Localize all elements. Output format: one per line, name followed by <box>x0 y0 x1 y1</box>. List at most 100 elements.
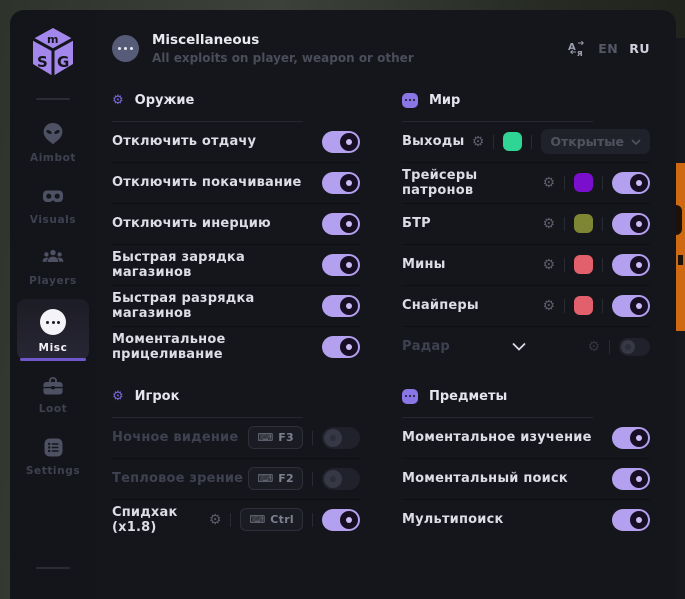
setting-row: Моментальное прицеливание <box>112 327 360 367</box>
setting-row: Быстрая зарядка магазинов <box>112 245 360 286</box>
toggle-switch[interactable] <box>322 336 360 358</box>
setting-label: Моментальное прицеливание <box>112 332 322 362</box>
setting-row: Трейсеры патронов ⚙ <box>402 163 650 204</box>
gear-icon: ⚙ <box>112 94 124 107</box>
sidebar-item-label: Visuals <box>30 214 76 226</box>
setting-row: Спидхак (x1.8) ⚙ ⌨Ctrl <box>112 500 360 540</box>
svg-text:G: G <box>57 53 69 71</box>
setting-row: Отключить инерцию <box>112 204 360 245</box>
sidebar-item-label: Misc <box>39 342 68 354</box>
setting-row: Отключить отдачу <box>112 122 360 163</box>
setting-row: Отключить покачивание <box>112 163 360 204</box>
color-swatch[interactable] <box>574 173 593 192</box>
sidebar: S G m Aimbot Visua <box>10 10 96 599</box>
gear-icon[interactable]: ⚙ <box>542 176 555 190</box>
setting-label: Мины <box>402 257 446 272</box>
setting-label: Мультипоиск <box>402 512 504 527</box>
section-title: Мир <box>429 93 460 108</box>
color-swatch[interactable] <box>574 296 593 315</box>
players-group-icon <box>42 248 64 268</box>
hotkey-badge[interactable]: ⌨Ctrl <box>240 508 303 531</box>
cheat-menu-window: S G m Aimbot Visua <box>10 10 676 599</box>
separator <box>312 513 313 527</box>
toggle-switch[interactable] <box>322 131 360 153</box>
sidebar-item-label: Players <box>29 275 77 287</box>
separator <box>312 431 313 445</box>
gear-icon[interactable]: ⚙ <box>587 340 600 354</box>
sidebar-item-loot[interactable]: Loot <box>17 366 89 421</box>
sidebar-divider <box>36 98 70 100</box>
separator <box>602 176 603 190</box>
gear-icon[interactable]: ⚙ <box>472 135 485 149</box>
toggle-switch[interactable] <box>612 295 650 317</box>
dropdown-select[interactable]: Открытые <box>541 129 650 154</box>
left-column: ⚙ Оружие Отключить отдачу Отключить пока… <box>112 75 360 544</box>
toggle-switch[interactable] <box>322 213 360 235</box>
color-swatch[interactable] <box>574 255 593 274</box>
section-title: Игрок <box>135 389 180 404</box>
sidebar-item-visuals[interactable]: Visuals <box>17 176 89 232</box>
setting-row: Моментальное изучение <box>402 418 650 459</box>
setting-row: Снайперы ⚙ <box>402 286 650 327</box>
toggle-switch[interactable] <box>612 427 650 449</box>
setting-label: Отключить инерцию <box>112 216 271 231</box>
section-player: ⚙ Игрок Ночное видение ⌨F3 Теплов <box>112 371 360 540</box>
right-column: Мир Выходы ⚙ Открытые <box>402 75 650 544</box>
section-title: Оружие <box>135 93 195 108</box>
setting-label: Ночное видение <box>112 430 238 445</box>
color-swatch[interactable] <box>574 214 593 233</box>
setting-label: Отключить отдачу <box>112 134 256 149</box>
toggle-switch[interactable] <box>322 295 360 317</box>
separator <box>564 299 565 313</box>
gear-icon[interactable]: ⚙ <box>542 258 555 272</box>
sidebar-item-label: Loot <box>39 403 68 415</box>
setting-label: Моментальное изучение <box>402 430 592 445</box>
gear-icon[interactable]: ⚙ <box>209 513 222 527</box>
app-logo-icon: S G m <box>30 26 76 78</box>
briefcase-icon <box>42 376 64 396</box>
setting-label: БТР <box>402 216 431 231</box>
setting-row: Быстрая разрядка магазинов <box>112 286 360 327</box>
separator <box>609 340 610 354</box>
hotkey-badge[interactable]: ⌨F2 <box>248 467 303 490</box>
toggle-switch[interactable] <box>322 254 360 276</box>
sidebar-item-players[interactable]: Players <box>17 238 89 293</box>
expand-chevron-icon[interactable] <box>511 342 527 351</box>
setting-label: Быстрая разрядка магазинов <box>112 291 322 321</box>
gear-icon[interactable]: ⚙ <box>542 299 555 313</box>
setting-label: Радар <box>402 339 450 354</box>
page-title: Miscellaneous <box>152 32 414 49</box>
setting-row: БТР ⚙ <box>402 204 650 245</box>
sidebar-item-misc[interactable]: Misc <box>17 299 89 360</box>
separator <box>230 513 231 527</box>
vr-goggles-icon <box>42 186 64 207</box>
hotkey-badge[interactable]: ⌨F3 <box>248 426 303 449</box>
page-header: Miscellaneous All exploits on player, we… <box>112 10 650 75</box>
sidebar-item-label: Aimbot <box>30 152 76 164</box>
ellipsis-circle-icon <box>40 309 66 335</box>
toggle-switch[interactable] <box>322 468 360 490</box>
toggle-switch[interactable] <box>612 172 650 194</box>
sidebar-item-aimbot[interactable]: Aimbot <box>17 112 89 170</box>
gear-icon[interactable]: ⚙ <box>542 217 555 231</box>
language-ru-button[interactable]: RU <box>629 41 650 56</box>
separator <box>602 217 603 231</box>
toggle-switch[interactable] <box>612 254 650 276</box>
setting-label: Снайперы <box>402 298 479 313</box>
color-swatch[interactable] <box>503 132 522 151</box>
toggle-switch[interactable] <box>612 509 650 531</box>
toggle-switch[interactable] <box>322 172 360 194</box>
toggle-switch[interactable] <box>619 338 650 356</box>
setting-label: Выходы <box>402 134 464 149</box>
toggle-switch[interactable] <box>612 213 650 235</box>
section-weapon: ⚙ Оружие Отключить отдачу Отключить пока… <box>112 75 360 367</box>
svg-text:m: m <box>47 33 58 46</box>
setting-label: Быстрая зарядка магазинов <box>112 250 322 280</box>
toggle-switch[interactable] <box>612 468 650 490</box>
world-section-icon <box>402 93 418 108</box>
toggle-switch[interactable] <box>322 509 360 531</box>
section-world: Мир Выходы ⚙ Открытые <box>402 75 650 367</box>
language-en-button[interactable]: EN <box>598 41 618 56</box>
sidebar-item-settings[interactable]: Settings <box>17 427 89 483</box>
toggle-switch[interactable] <box>322 427 360 449</box>
